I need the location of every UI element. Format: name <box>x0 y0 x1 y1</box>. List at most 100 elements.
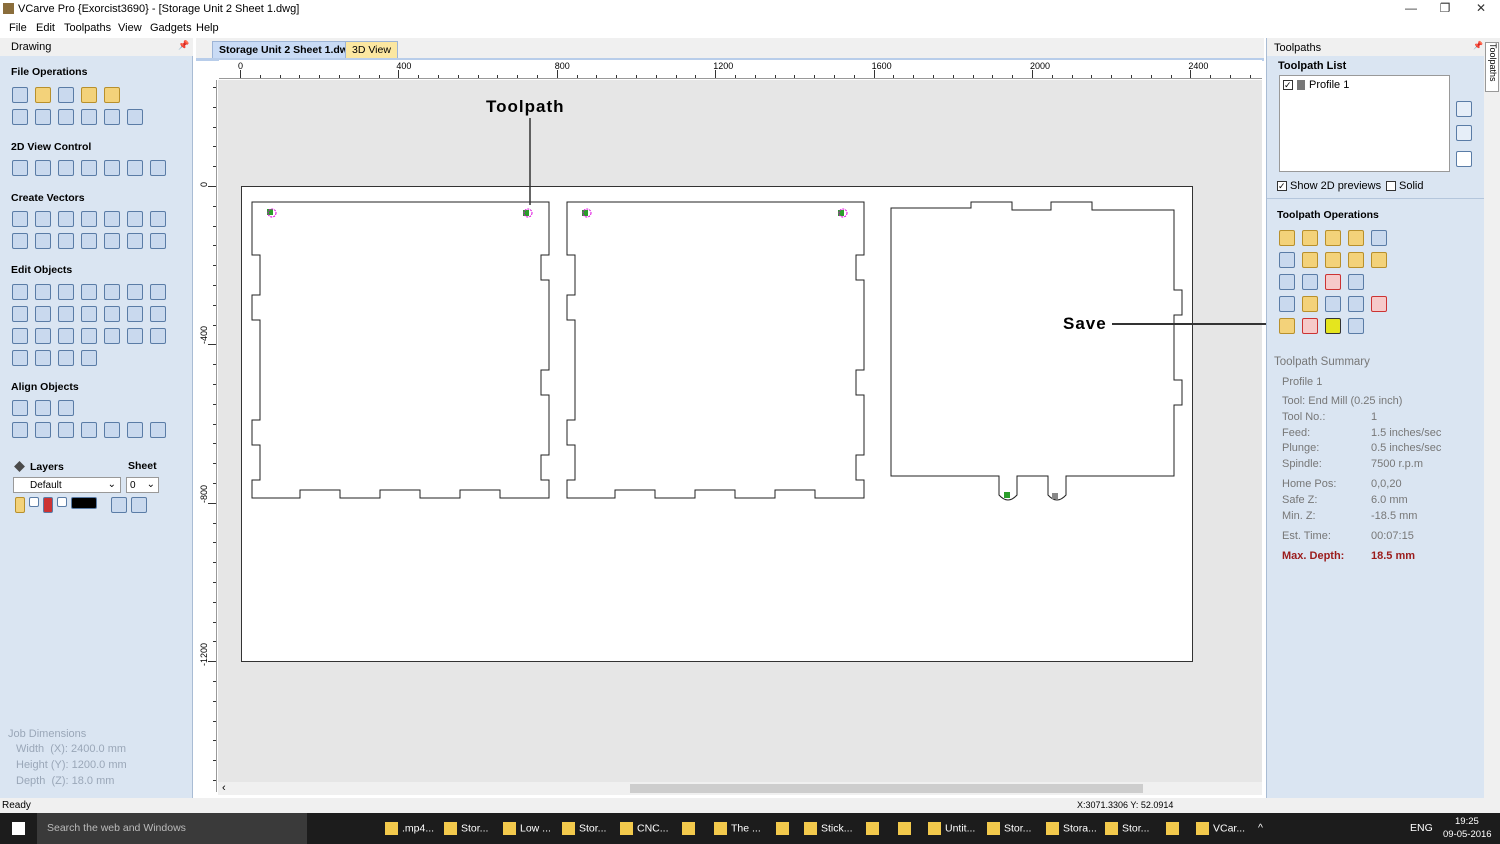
dogbone-icon[interactable] <box>35 350 51 366</box>
align-center-page-icon[interactable] <box>12 422 28 438</box>
taskbar-app[interactable]: Low ... <box>503 822 551 835</box>
moulding-icon[interactable] <box>1348 252 1364 268</box>
distribute-vertical-icon[interactable] <box>150 422 166 438</box>
delete-icon[interactable] <box>1325 274 1341 290</box>
taskbar-app[interactable]: Stor... <box>1105 822 1149 835</box>
ellipse-icon[interactable] <box>35 211 51 227</box>
align-bottom-icon[interactable] <box>104 422 120 438</box>
language-indicator[interactable]: ENG <box>1410 822 1433 834</box>
job-setup-icon[interactable] <box>1348 318 1364 334</box>
preview-all-icon[interactable] <box>1325 296 1341 312</box>
inlay-icon[interactable] <box>1279 252 1295 268</box>
taskbar-app[interactable]: Stor... <box>562 822 606 835</box>
array-icon[interactable] <box>127 233 143 249</box>
extend-icon[interactable] <box>104 328 120 344</box>
align-top-icon[interactable] <box>81 422 97 438</box>
close-vector-icon[interactable] <box>12 350 28 366</box>
node-edit-icon[interactable] <box>35 284 51 300</box>
menu-view[interactable]: View <box>118 22 142 34</box>
align-right-icon[interactable] <box>58 422 74 438</box>
move-icon[interactable] <box>58 306 74 322</box>
layer-eraser-icon[interactable] <box>131 497 147 513</box>
text-icon[interactable] <box>12 233 28 249</box>
quick-engrave-icon[interactable] <box>1348 230 1364 246</box>
maximize-button[interactable]: ❐ <box>1430 1 1460 15</box>
weld-icon[interactable] <box>150 306 166 322</box>
align-vertical-icon[interactable] <box>58 400 74 416</box>
sheet-dropdown[interactable]: 0 ⌄ <box>126 477 159 493</box>
polygon-icon[interactable] <box>127 211 143 227</box>
tab-3d-view[interactable]: 3D View <box>345 41 398 58</box>
smooth-icon[interactable] <box>81 328 97 344</box>
move-down-icon[interactable] <box>1456 125 1472 141</box>
scale-icon[interactable] <box>12 306 28 322</box>
fillet-icon[interactable] <box>150 233 166 249</box>
select-all-icon[interactable] <box>12 109 28 125</box>
cut-icon[interactable] <box>35 109 51 125</box>
profile-toolpath-icon[interactable] <box>1279 230 1295 246</box>
rectangle-icon[interactable] <box>58 211 74 227</box>
taskbar-app[interactable] <box>866 822 883 835</box>
copy-icon[interactable] <box>58 109 74 125</box>
taskbar-app[interactable]: Stick... <box>804 822 853 835</box>
trim-icon[interactable] <box>58 328 74 344</box>
new-file-icon[interactable] <box>12 87 28 103</box>
save-toolpath-icon[interactable] <box>1325 318 1341 334</box>
pan-icon[interactable] <box>12 160 28 176</box>
toolpaths-side-tab[interactable]: Toolpaths <box>1485 42 1499 92</box>
scissors-icon[interactable] <box>150 328 166 344</box>
import-icon[interactable] <box>81 87 97 103</box>
zoom-selection-icon[interactable] <box>81 160 97 176</box>
bulb-icon[interactable] <box>15 497 25 513</box>
ungroup-icon[interactable] <box>104 284 120 300</box>
scrollbar-thumb[interactable] <box>630 784 1143 793</box>
reset-preview-icon[interactable] <box>1348 296 1364 312</box>
taskbar-app[interactable]: CNC... <box>620 822 669 835</box>
taskbar-app[interactable]: The ... <box>714 822 761 835</box>
nest-icon[interactable] <box>104 306 120 322</box>
import-bitmap-icon[interactable] <box>104 87 120 103</box>
drilling-toolpath-icon[interactable] <box>1325 230 1341 246</box>
layer-manager-icon[interactable] <box>111 497 127 513</box>
clock-date[interactable]: 09-05-2016 <box>1443 829 1492 840</box>
taskbar-app[interactable]: Stora... <box>1046 822 1097 835</box>
dimension-icon[interactable] <box>81 233 97 249</box>
select-icon[interactable] <box>12 284 28 300</box>
align-center-icon[interactable] <box>12 400 28 416</box>
group-icon[interactable] <box>81 284 97 300</box>
align-left-icon[interactable] <box>35 422 51 438</box>
transform-icon[interactable] <box>150 284 166 300</box>
search-box[interactable]: Search the web and Windows <box>37 813 307 844</box>
toolpath-checkbox[interactable]: ✓ <box>1283 80 1293 90</box>
taskbar-app[interactable]: VCar... <box>1196 822 1245 835</box>
toolpath-templates-icon[interactable] <box>1302 274 1318 290</box>
taskbar-app[interactable]: Untit... <box>928 822 975 835</box>
paste-icon[interactable] <box>81 109 97 125</box>
taskbar-app[interactable]: .mp4... <box>385 822 434 835</box>
text-box-icon[interactable] <box>35 233 51 249</box>
align-horizontal-icon[interactable] <box>35 400 51 416</box>
taskbar-app[interactable] <box>682 822 699 835</box>
curve-icon[interactable] <box>81 211 97 227</box>
size-icon[interactable] <box>35 306 51 322</box>
circle-icon[interactable] <box>12 211 28 227</box>
interactive-select-icon[interactable] <box>58 284 74 300</box>
lock-icon[interactable] <box>43 497 53 513</box>
fluting-icon[interactable] <box>1302 252 1318 268</box>
merge-toolpaths-icon[interactable] <box>1279 296 1295 312</box>
minimize-button[interactable]: — <box>1396 1 1426 15</box>
toolpath-copy-icon[interactable] <box>1348 274 1364 290</box>
preview-toolpath-icon[interactable] <box>1302 296 1318 312</box>
move-up-icon[interactable] <box>1456 101 1472 117</box>
layer-color-picker[interactable] <box>71 497 97 509</box>
clock-time[interactable]: 19:25 <box>1455 816 1479 827</box>
menu-edit[interactable]: Edit <box>36 22 55 34</box>
menu-file[interactable]: File <box>9 22 27 34</box>
pin-icon[interactable]: 📌 <box>1473 41 1483 50</box>
auto-layout-text-icon[interactable] <box>104 233 120 249</box>
menu-gadgets[interactable]: Gadgets <box>150 22 192 34</box>
scroll-left-icon[interactable]: ‹ <box>222 782 226 794</box>
view-3d-icon[interactable] <box>150 160 166 176</box>
menu-toolpaths[interactable]: Toolpaths <box>64 22 111 34</box>
save-file-icon[interactable] <box>58 87 74 103</box>
